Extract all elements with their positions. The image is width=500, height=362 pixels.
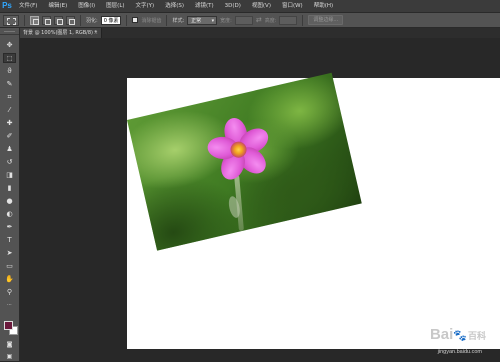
menu-help[interactable]: 帮助(H) — [309, 0, 339, 12]
history-brush-icon[interactable]: ↺ — [3, 157, 16, 167]
divider — [80, 14, 81, 26]
quick-mask-icon[interactable]: ◙ — [3, 340, 16, 350]
menu-image[interactable]: 图像(I) — [73, 0, 101, 12]
pen-icon[interactable]: ✒ — [3, 222, 16, 232]
blur-icon[interactable]: ● — [3, 196, 16, 206]
divider — [24, 14, 25, 26]
watermark-url: jingyan.baidu.com — [437, 349, 482, 355]
lasso-icon[interactable]: ϑ — [3, 66, 16, 76]
canvas-area[interactable]: Bai🐾百科 jingyan.baidu.com — [20, 38, 500, 361]
hand-icon[interactable]: ✋ — [3, 274, 16, 284]
eyedropper-icon[interactable]: ⁄ — [3, 105, 16, 115]
panel-grip[interactable] — [0, 28, 19, 35]
height-label: 高度: — [264, 17, 277, 24]
paw-icon: 🐾 — [453, 330, 467, 342]
swap-icon[interactable]: ⇄ — [256, 16, 262, 25]
zoom-icon[interactable]: ⚲ — [3, 287, 16, 297]
document-tab[interactable]: 背景 @ 100%(图层 1, RGB/8) * × — [20, 28, 102, 38]
menu-select[interactable]: 选择(S) — [160, 0, 190, 12]
tools-panel: ✥ ⬚ ϑ ✎ ⌗ ⁄ ✚ ✐ ♟ ↺ ◨ ▮ ● ◐ ✒ T ➤ ▭ ✋ ⚲ … — [0, 28, 20, 361]
photoshop-logo: Ps — [2, 1, 12, 10]
antialias-label: 消除锯齿 — [141, 17, 162, 24]
brush-icon[interactable]: ✐ — [3, 131, 16, 141]
menu-window[interactable]: 窗口(W) — [277, 0, 309, 12]
style-label: 样式: — [172, 17, 185, 24]
gradient-icon[interactable]: ▮ — [3, 183, 16, 193]
type-icon[interactable]: T — [3, 235, 16, 245]
subtract-selection-icon[interactable] — [54, 15, 63, 25]
width-input[interactable] — [234, 15, 253, 25]
menu-edit[interactable]: 编辑(E) — [43, 0, 73, 12]
menu-type[interactable]: 文字(Y) — [131, 0, 161, 12]
shape-icon[interactable]: ▭ — [3, 261, 16, 271]
move-icon[interactable]: ✥ — [3, 40, 16, 50]
menu-filter[interactable]: 滤镜(T) — [190, 0, 220, 12]
eraser-icon[interactable]: ◨ — [3, 170, 16, 180]
pink-flower — [200, 111, 277, 188]
flower-photo-layer[interactable] — [127, 72, 362, 251]
menu-3d[interactable]: 3D(D) — [220, 0, 247, 12]
dodge-icon[interactable]: ◐ — [3, 209, 16, 219]
clone-stamp-icon[interactable]: ♟ — [3, 144, 16, 154]
height-input[interactable] — [279, 15, 298, 25]
divider — [126, 14, 128, 26]
watermark-brand: Bai — [429, 326, 454, 343]
menu-bar: Ps 文件(F) 编辑(E) 图像(I) 图层(L) 文字(Y) 选择(S) 滤… — [0, 0, 500, 12]
new-selection-icon[interactable] — [30, 15, 39, 25]
feather-label: 羽化: — [86, 17, 98, 24]
close-icon[interactable]: × — [94, 28, 98, 38]
refine-edge-button[interactable]: 调整边缘... — [308, 15, 344, 25]
marquee-icon[interactable]: ⬚ — [3, 53, 16, 63]
menu-file[interactable]: 文件(F) — [14, 0, 43, 12]
document-tab-title: 背景 @ 100%(图层 1, RGB/8) * — [23, 30, 98, 36]
more-tools-icon[interactable]: ⋯ — [3, 300, 16, 310]
add-selection-icon[interactable] — [42, 15, 51, 25]
divider — [166, 14, 168, 26]
menu-view[interactable]: 视图(V) — [247, 0, 277, 12]
width-label: 宽度: — [220, 17, 232, 24]
quick-select-icon[interactable]: ✎ — [3, 79, 16, 89]
healing-icon[interactable]: ✚ — [3, 118, 16, 128]
divider — [302, 14, 304, 26]
watermark-suffix: 百科 — [467, 331, 486, 341]
antialias-checkbox[interactable] — [132, 17, 139, 23]
foreground-color-swatch[interactable] — [4, 321, 13, 330]
intersect-selection-icon[interactable] — [66, 15, 75, 25]
document-tab-bar: 背景 @ 100%(图层 1, RGB/8) * × — [20, 28, 500, 38]
style-select[interactable]: 正常 — [187, 15, 218, 25]
baidu-watermark: Bai🐾百科 — [430, 326, 486, 343]
options-bar: 羽化: 0 像素 消除锯齿 样式: 正常 宽度: ⇄ 高度: 调整边缘... — [0, 12, 500, 28]
document-canvas[interactable] — [127, 72, 500, 349]
tool-preset-picker[interactable] — [3, 14, 19, 26]
feather-input[interactable]: 0 像素 — [100, 15, 122, 25]
menu-layer[interactable]: 图层(L) — [101, 0, 130, 12]
path-select-icon[interactable]: ➤ — [3, 248, 16, 258]
crop-icon[interactable]: ⌗ — [3, 92, 16, 102]
